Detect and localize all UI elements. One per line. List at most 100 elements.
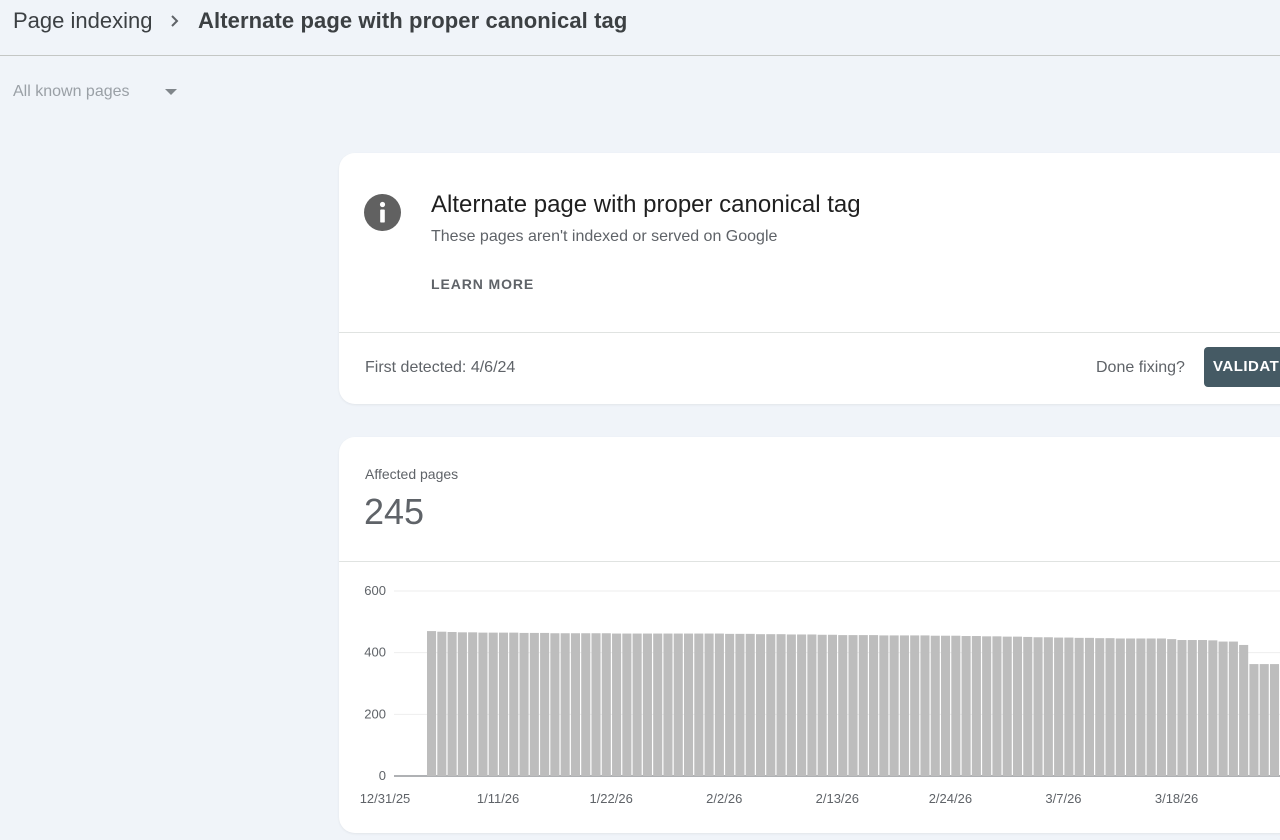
y-tick-label: 400: [364, 645, 386, 660]
chart-bar: [714, 633, 724, 776]
chart-bar: [941, 635, 951, 776]
chart-bar: [1054, 637, 1064, 776]
chart-bar: [540, 632, 550, 776]
breadcrumb-parent-link[interactable]: Page indexing: [13, 8, 152, 34]
info-icon: [364, 194, 401, 231]
chart-bar: [612, 633, 622, 776]
chart-bar: [673, 633, 683, 776]
header: Page indexing Alternate page with proper…: [0, 0, 1280, 56]
chart-bar: [550, 633, 560, 776]
chart-bar: [879, 635, 889, 776]
learn-more-link[interactable]: LEARN MORE: [431, 276, 534, 292]
chart-bar: [560, 633, 570, 776]
chart-bar: [1126, 638, 1136, 776]
chevron-right-icon: [171, 15, 179, 27]
chart-bar: [1136, 638, 1146, 776]
chart-bar: [827, 634, 837, 776]
chart-bar: [807, 634, 817, 776]
chart-bar: [1105, 638, 1115, 776]
chart-bar: [776, 634, 786, 776]
affected-pages-card: Affected pages 245 0 200 400 600 12/31/25 1/1…: [339, 437, 1280, 833]
chart-bar: [1259, 664, 1269, 776]
issue-subtitle: These pages aren't indexed or served on …: [431, 228, 778, 245]
chart-bar: [1218, 641, 1228, 776]
chart-bar: [848, 635, 858, 776]
chart-bar: [601, 633, 611, 776]
chart-bar: [498, 632, 509, 776]
chart-bar: [1084, 637, 1094, 776]
chart-bar: [817, 634, 827, 776]
chart-bar: [570, 633, 580, 776]
chart-bar: [961, 636, 971, 776]
chart-bar: [725, 633, 735, 776]
issue-title: Alternate page with proper canonical tag: [431, 191, 861, 218]
chart-bar: [642, 633, 652, 776]
chart-bar: [684, 633, 694, 776]
chart-bar: [1002, 636, 1012, 776]
chart-bar: [1115, 638, 1125, 776]
x-tick-label: 12/31/25: [360, 791, 411, 806]
chart-bar: [509, 632, 519, 776]
x-tick-label: 2/13/26: [816, 791, 859, 806]
chart-bar: [1269, 664, 1280, 776]
chart-bar: [889, 635, 899, 776]
chart-bar: [755, 634, 766, 776]
chart-bar: [838, 635, 848, 776]
page-filter-dropdown[interactable]: All known pages: [13, 80, 185, 106]
chart-bar: [1095, 638, 1105, 776]
chart-bar: [766, 634, 776, 776]
chart-bar: [1156, 638, 1166, 776]
chart-bar: [920, 635, 930, 776]
chart-bar: [1012, 636, 1023, 776]
x-tick-label: 1/22/26: [589, 791, 632, 806]
chart-bar: [1167, 639, 1177, 776]
chart-bar: [1239, 644, 1249, 776]
chart-bar: [992, 636, 1002, 776]
x-tick-label: 2/24/26: [929, 791, 972, 806]
chart-bar: [591, 633, 601, 776]
chart-bar: [581, 633, 591, 776]
done-fixing-label: Done fixing?: [1096, 359, 1185, 376]
chart-bar: [622, 633, 632, 776]
chart-bar: [447, 632, 457, 776]
chart-bar: [694, 633, 704, 776]
chart-bar: [1074, 637, 1084, 776]
dropdown-arrow-icon: [165, 89, 177, 95]
card-divider: [339, 332, 1280, 333]
y-tick-label: 600: [364, 583, 386, 598]
chart-bar: [457, 632, 467, 776]
chart-bar: [1187, 640, 1197, 776]
chart-bar: [1146, 638, 1156, 776]
chart-bar: [529, 632, 539, 776]
x-tick-label: 1/11/26: [477, 791, 519, 806]
y-tick-label: 0: [379, 768, 386, 783]
page-title: Alternate page with proper canonical tag: [198, 8, 628, 33]
chart-bar: [910, 635, 920, 776]
chart-bar: [478, 632, 488, 776]
chart-bar: [869, 635, 879, 776]
chart-bar: [663, 633, 673, 776]
chart-bar: [1249, 664, 1259, 776]
y-tick-label: 200: [364, 706, 386, 721]
chart-bar: [519, 632, 529, 776]
x-tick-label: 2/2/26: [706, 791, 742, 806]
chart-bar: [745, 633, 755, 776]
first-detected-date: First detected: 4/6/24: [365, 359, 516, 376]
chart-bar: [653, 633, 663, 776]
chart-bar: [1064, 637, 1074, 776]
affected-pages-chart: 0 200 400 600 12/31/25 1/11/26 1/22/26 2/2/26 2/…: [360, 583, 1280, 806]
chart-bar: [1043, 637, 1053, 776]
chart-bar: [488, 632, 498, 776]
chart-bar: [735, 633, 745, 776]
validate-fix-button[interactable]: VALIDATE FIX: [1204, 347, 1280, 387]
chart-bar: [930, 635, 940, 776]
chart-bar: [468, 632, 478, 776]
chart-bar: [1023, 636, 1033, 776]
filter-selected-value: All known pages: [13, 83, 130, 100]
chart-bar: [704, 633, 714, 776]
chart-bar: [971, 636, 981, 776]
chart-bar: [1228, 641, 1238, 776]
chart-bar: [437, 631, 447, 776]
chart-bar: [951, 635, 961, 776]
chart-bar: [1198, 640, 1208, 776]
